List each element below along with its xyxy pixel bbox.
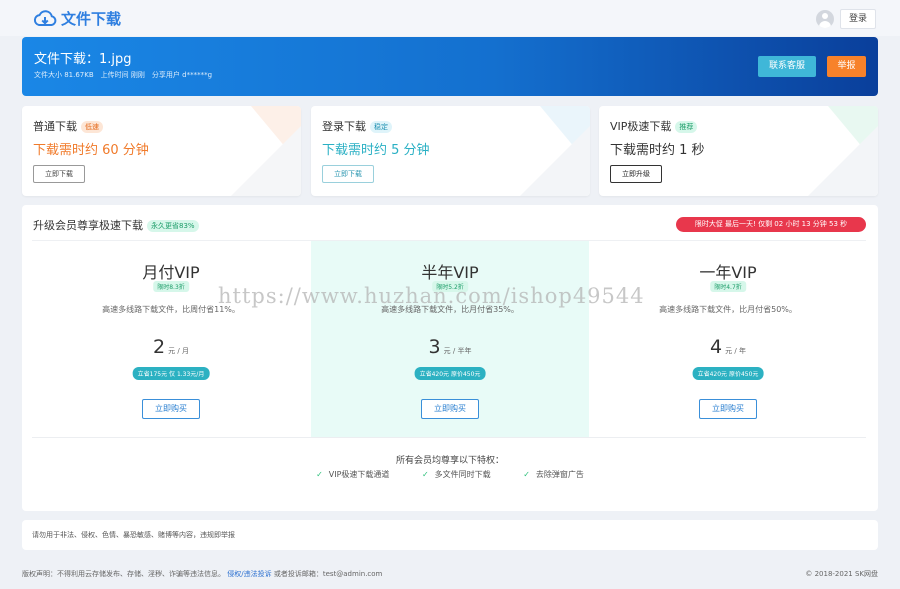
download-name: VIP极速下载 推荐: [610, 118, 698, 134]
notice-bar: 请勿用于非法、侵权、色情、暴恐敏感、赌博等内容，违规即举报: [22, 520, 878, 550]
privilege-item: ✓ 多文件同时下载: [422, 470, 491, 479]
check-icon: ✓: [523, 470, 530, 479]
download-name-text: 普通下载: [33, 120, 77, 133]
download-time: 下载需时约 5 分钟: [322, 143, 430, 158]
speed-badge: 推荐: [675, 121, 698, 133]
file-title: 文件下载：1.jpg: [34, 52, 132, 67]
disclaimer-text: 版权声明：不得利用云存储发布、存储、淫秽、诈骗等违法信息。: [22, 570, 225, 578]
vip-upgrade-panel: 升级会员尊享极速下载 永久更省83% 限时大促 最后一天! 仅剩 02 小时 13…: [22, 205, 878, 511]
file-size: 文件大小 81.67KB: [34, 71, 94, 79]
privilege-text: VIP极速下载通道: [328, 470, 390, 479]
plan-price: 3元 / 半年: [311, 336, 589, 358]
download-card-normal: 普通下载 低速 下载需时约 60 分钟 立即下载: [22, 106, 301, 196]
vip-heading-text: 升级会员尊享极速下载: [33, 219, 143, 232]
price-unit: 元 / 月: [168, 347, 189, 355]
copyright: © 2018-2021 SK网盘: [805, 570, 878, 578]
card-decoration: [808, 106, 878, 196]
plan-saving-badge: 立省175元 仅 1.33元/月: [132, 367, 210, 380]
plan-card-monthly: 月付VIP 限时8.3折 高速多线路下载文件，比周付省11%。 2元 / 月 立…: [32, 241, 310, 437]
footer-disclaimer: 版权声明：不得利用云存储发布、存储、淫秽、诈骗等违法信息。 侵权/违法投诉 或者…: [22, 569, 382, 579]
divider: [32, 437, 866, 438]
price-value: 4: [710, 336, 723, 358]
vip-heading: 升级会员尊享极速下载 永久更省83%: [33, 217, 199, 233]
vip-heading-badge: 永久更省83%: [147, 220, 199, 232]
promo-countdown-badge: 限时大促 最后一天! 仅剩 02 小时 13 分钟 53 秒: [676, 217, 866, 232]
download-card-login: 登录下载 稳定 下载需时约 5 分钟 立即下载: [311, 106, 590, 196]
download-card-vip: VIP极速下载 推荐 下载需时约 1 秒 立即升级: [599, 106, 878, 196]
report-button[interactable]: 举报: [827, 56, 866, 77]
buy-now-button[interactable]: 立即购买: [699, 399, 757, 419]
download-now-button[interactable]: 立即下载: [322, 165, 374, 183]
speed-badge: 稳定: [370, 121, 392, 133]
check-icon: ✓: [421, 470, 429, 479]
plan-card-yearly: 一年VIP 限时4.7折 高速多线路下载文件，比月付省50%。 4元 / 年 立…: [589, 241, 867, 437]
logo[interactable]: 文件下载: [33, 8, 121, 29]
privilege-item: ✓ 去除弹窗广告: [523, 470, 584, 479]
plan-saving-badge: 立省420元 原价450元: [414, 367, 486, 380]
buy-now-button[interactable]: 立即购买: [421, 399, 479, 419]
plan-discount-badge: 限时4.7折: [710, 281, 746, 292]
plan-name: 半年VIP: [421, 263, 479, 282]
logo-text: 文件下载: [61, 10, 122, 28]
contact-email: 或者投诉邮箱：test@admin.com: [273, 570, 383, 578]
report-infringement-link[interactable]: 侵权/违法投诉: [227, 570, 271, 578]
card-decoration: [231, 106, 301, 196]
download-name: 登录下载 稳定: [322, 118, 392, 134]
plan-price: 2元 / 月: [32, 336, 310, 358]
cloud-download-icon: [33, 9, 57, 26]
download-name: 普通下载 低速: [33, 118, 103, 134]
plan-price: 4元 / 年: [589, 336, 867, 358]
price-value: 2: [153, 336, 166, 358]
plan-card-half-year: 半年VIP 限时5.2折 高速多线路下载文件，比月付省35%。 3元 / 半年 …: [311, 241, 589, 437]
avatar[interactable]: [816, 10, 834, 28]
privilege-text: 多文件同时下载: [434, 470, 491, 479]
plan-name: 一年VIP: [699, 263, 757, 282]
download-time: 下载需时约 1 秒: [610, 143, 705, 158]
download-time: 下载需时约 60 分钟: [33, 143, 149, 158]
download-now-button[interactable]: 立即下载: [33, 165, 85, 183]
card-decoration: [520, 106, 590, 196]
file-share-user: 分享用户 d******g: [151, 71, 213, 79]
file-upload-time: 上传时间 刚刚: [100, 71, 145, 79]
download-name-text: 登录下载: [322, 120, 366, 133]
check-icon: ✓: [316, 470, 323, 479]
top-bar: 文件下载 登录: [0, 0, 900, 36]
download-name-text: VIP极速下载: [610, 120, 672, 133]
buy-now-button[interactable]: 立即购买: [142, 399, 200, 419]
plan-discount-badge: 限时8.3折: [153, 281, 189, 292]
privileges-list: ✓ VIP极速下载通道 ✓ 多文件同时下载 ✓ 去除弹窗广告: [22, 469, 878, 480]
file-banner: 文件下载：1.jpg 文件大小 81.67KB 上传时间 刚刚 分享用户 d****…: [22, 37, 878, 96]
speed-badge: 低速: [81, 121, 103, 133]
watermark: https://www.huzhan.com/ishop49544: [218, 284, 645, 308]
upgrade-now-button[interactable]: 立即升级: [610, 165, 662, 183]
contact-service-button[interactable]: 联系客服: [758, 56, 816, 77]
file-meta: 文件大小 81.67KB 上传时间 刚刚 分享用户 d******g: [34, 70, 219, 80]
privilege-text: 去除弹窗广告: [535, 470, 584, 479]
privilege-item: ✓ VIP极速下载通道: [316, 470, 389, 479]
price-value: 3: [428, 336, 441, 358]
price-unit: 元 / 年: [725, 347, 746, 355]
avatar-body-shape: [819, 21, 831, 28]
plan-name: 月付VIP: [142, 263, 200, 282]
login-button[interactable]: 登录: [840, 9, 876, 29]
avatar-head-shape: [822, 13, 828, 19]
plan-saving-badge: 立省420元 原价450元: [692, 367, 764, 380]
price-unit: 元 / 半年: [443, 347, 472, 355]
privileges-title: 所有会员均尊享以下特权：: [395, 456, 504, 466]
